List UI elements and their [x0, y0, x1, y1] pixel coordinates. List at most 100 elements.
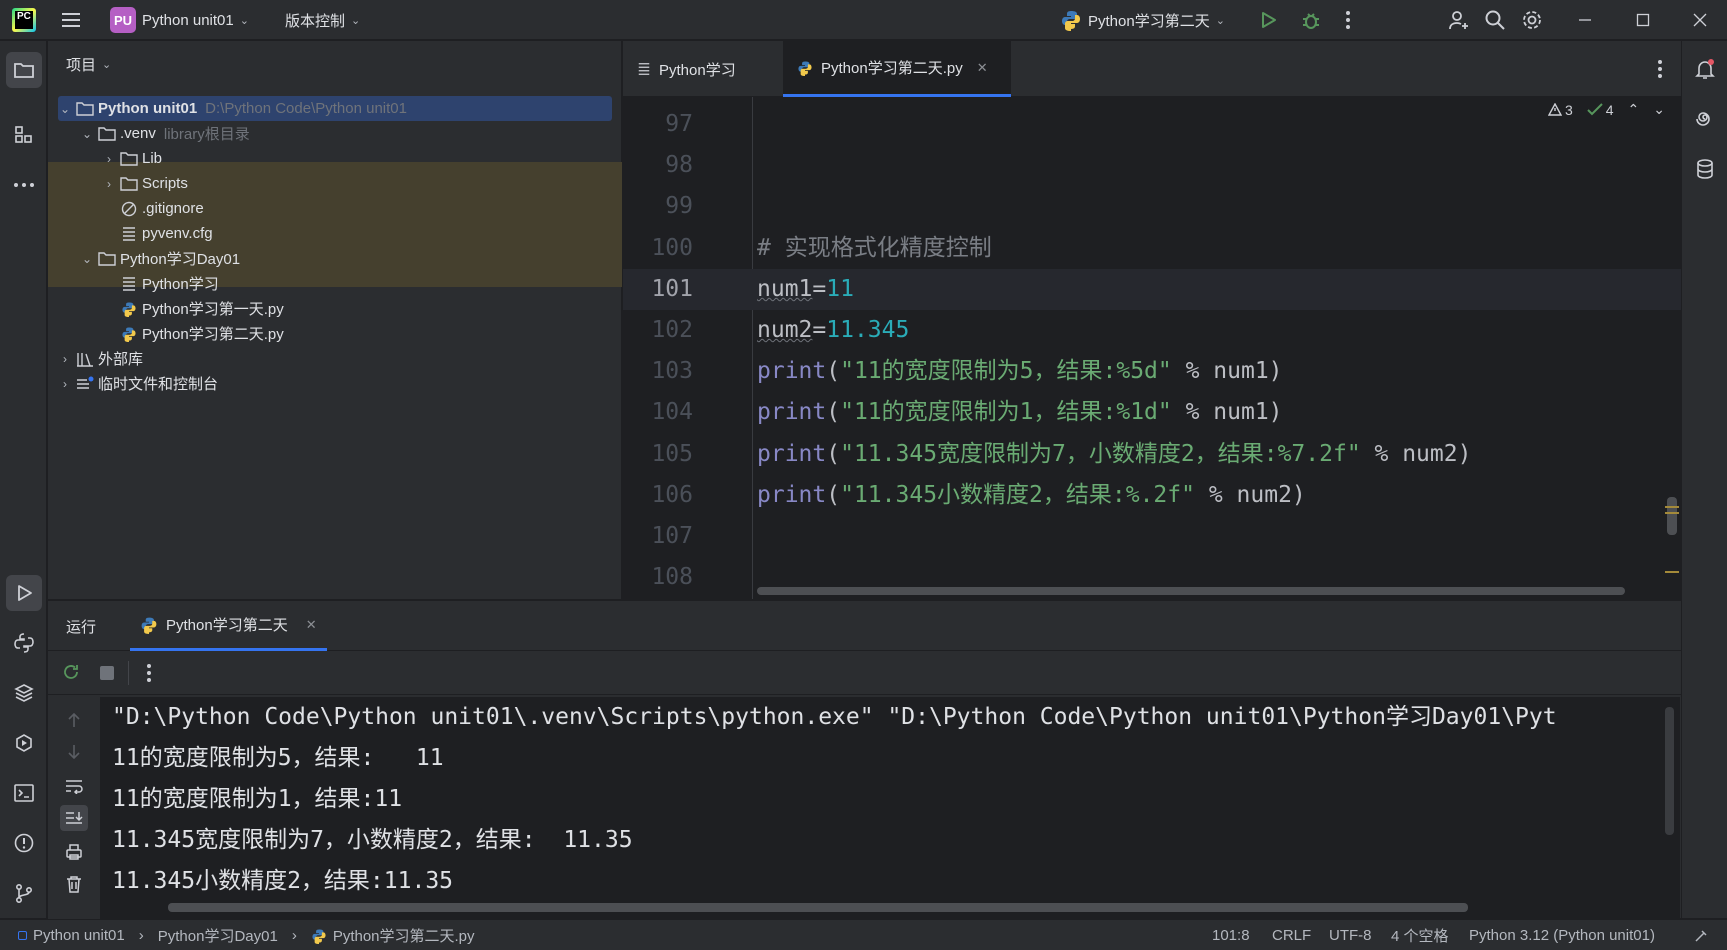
line-separator[interactable]: CRLF [1272, 920, 1311, 950]
ai-assistant-button[interactable] [1687, 101, 1723, 137]
more-tools-icon[interactable] [6, 167, 42, 203]
run-tool-button[interactable] [6, 575, 42, 611]
tree-root-path: D:\Python Code\Python unit01 [205, 100, 407, 117]
tree-lib-label: Lib [142, 150, 163, 167]
debug-button[interactable] [1300, 0, 1322, 40]
horizontal-scrollbar[interactable] [757, 587, 1625, 595]
structure-tool-button[interactable] [6, 117, 42, 153]
tree-node-venv[interactable]: ⌄ .venv library根目录 [80, 121, 250, 146]
run-icon [18, 585, 32, 601]
project-panel-header[interactable]: 项目 ⌄ [48, 41, 621, 87]
project-switcher[interactable]: PU Python unit01 ⌄ [110, 0, 249, 40]
code-text: num2=11.345 [757, 310, 909, 351]
rerun-icon[interactable] [60, 661, 82, 687]
file-encoding[interactable]: UTF-8 [1329, 920, 1372, 950]
trash-icon[interactable] [60, 871, 88, 897]
tree-node-root[interactable]: ⌄ Python unit01 D:\Python Code\Python un… [58, 96, 407, 121]
chevron-right-icon: › [138, 927, 144, 944]
code-rest: % num1) [1171, 358, 1283, 385]
code-line[interactable]: 105 print("11.345宽度限制为7，小数精度2，结果:%7.2f" %… [623, 434, 1681, 475]
line-number: 97 [665, 111, 693, 137]
breadcrumb-file[interactable]: Python学习第二天.py [333, 925, 475, 946]
tree-node-external-libs[interactable]: › 外部库 [58, 346, 143, 371]
tab-python-day2[interactable]: Python学习第二天.py ✕ [783, 41, 1011, 97]
code-line[interactable]: 102 num2=11.345 [623, 310, 1681, 351]
code-line[interactable]: 103 print("11的宽度限制为5，结果:%5d" % num1) [623, 351, 1681, 392]
search-icon[interactable] [1484, 0, 1506, 40]
soft-wrap-icon[interactable] [60, 773, 88, 799]
pycharm-logo-icon[interactable] [12, 0, 36, 40]
terminal-button[interactable] [6, 775, 42, 811]
console-line: 11.345宽度限制为7，小数精度2，结果: 11.35 [112, 827, 633, 853]
python-packages-button[interactable] [6, 675, 42, 711]
tree-node-gitignore[interactable]: .gitignore [116, 196, 204, 221]
more-actions-icon[interactable] [1345, 0, 1351, 40]
code-line[interactable]: 97 [623, 104, 1681, 145]
services-button[interactable] [6, 725, 42, 761]
code-line[interactable]: 104 print("11的宽度限制为1，结果:%1d" % num1) [623, 392, 1681, 433]
tree-node-day1-py[interactable]: Python学习第一天.py [116, 296, 284, 321]
code-line[interactable]: 106 print("11.345小数精度2，结果:%.2f" % num2) [623, 475, 1681, 516]
add-user-icon[interactable] [1447, 0, 1471, 40]
tree-pyvenv-label: pyvenv.cfg [142, 225, 213, 242]
breadcrumb-folder[interactable]: Python学习Day01 [158, 925, 278, 946]
scroll-to-end-icon[interactable] [60, 805, 88, 831]
tree-node-lib[interactable]: › Lib [102, 146, 162, 171]
run-button[interactable] [1258, 0, 1278, 40]
print-icon[interactable] [60, 839, 88, 865]
tree-node-pyvenv[interactable]: pyvenv.cfg [116, 221, 213, 246]
indent-setting[interactable]: 4 个空格 [1391, 920, 1449, 950]
bug-icon [1303, 13, 1319, 29]
lock-icon[interactable] [1694, 920, 1708, 950]
warning-stripe [1665, 512, 1679, 514]
chevron-right-icon: › [63, 351, 67, 366]
console-output[interactable]: "D:\Python Code\Python unit01\.venv\Scri… [100, 697, 1680, 919]
tree-node-scratches[interactable]: › 临时文件和控制台 [58, 371, 218, 396]
console-horizontal-scrollbar[interactable] [168, 903, 1468, 912]
code-operator: = [812, 275, 827, 302]
arrow-up-icon[interactable] [60, 707, 88, 733]
tree-day1-label: Python学习第一天.py [142, 301, 284, 318]
code-line[interactable]: 98 [623, 145, 1681, 186]
tree-node-day2-py[interactable]: Python学习第二天.py [116, 321, 284, 346]
project-tool-button[interactable] [6, 52, 42, 88]
tab-python-text[interactable]: Python学习 [623, 41, 781, 97]
run-tab-label: Python学习第二天 [166, 617, 288, 634]
tree-node-scripts[interactable]: › Scripts [102, 171, 188, 196]
code-line[interactable]: 107 [623, 516, 1681, 557]
code-line[interactable]: 101 num1=11 [623, 268, 1681, 310]
tabs-more-icon[interactable] [1657, 59, 1663, 83]
console-vertical-scrollbar[interactable] [1665, 707, 1674, 835]
arrow-down-icon[interactable] [60, 739, 88, 765]
notifications-button[interactable] [1687, 51, 1723, 87]
caret-position[interactable]: 101:8 [1212, 920, 1250, 950]
tree-node-text-file[interactable]: Python学习 [116, 271, 219, 296]
vcs-menu[interactable]: 版本控制 ⌄ [285, 0, 360, 40]
vertical-scrollbar[interactable] [1667, 497, 1677, 535]
stop-icon[interactable] [100, 666, 114, 680]
git-button[interactable] [6, 875, 42, 911]
close-window-button[interactable] [1693, 0, 1707, 40]
code-string: "11的宽度限制为1，结果:%1d" [840, 399, 1172, 426]
settings-gear-icon[interactable] [1521, 0, 1543, 40]
library-icon [76, 351, 94, 367]
problems-button[interactable] [6, 825, 42, 861]
chevron-down-icon: ⌄ [81, 126, 93, 141]
database-button[interactable] [1687, 151, 1723, 187]
interpreter[interactable]: Python 3.12 (Python unit01) [1469, 920, 1655, 950]
run-config-selector[interactable]: Python学习第二天 ⌄ [1060, 0, 1225, 40]
close-icon[interactable]: ✕ [977, 60, 988, 76]
code-line[interactable]: 100 # 实现格式化精度控制 [623, 228, 1681, 269]
code-line[interactable]: 99 [623, 186, 1681, 227]
close-icon[interactable]: ✕ [306, 617, 317, 633]
minimize-button[interactable] [1578, 0, 1592, 40]
maximize-button[interactable] [1636, 0, 1650, 40]
more-actions-icon[interactable] [146, 663, 152, 687]
python-console-button[interactable] [6, 625, 42, 661]
tree-scripts-label: Scripts [142, 175, 188, 192]
run-tab[interactable]: Python学习第二天 ✕ [130, 601, 327, 651]
breadcrumb-project[interactable]: Python unit01 [33, 927, 125, 944]
tree-node-day01[interactable]: ⌄ Python学习Day01 [80, 246, 240, 271]
main-menu-icon[interactable] [60, 0, 82, 40]
left-tool-strip [0, 41, 47, 918]
